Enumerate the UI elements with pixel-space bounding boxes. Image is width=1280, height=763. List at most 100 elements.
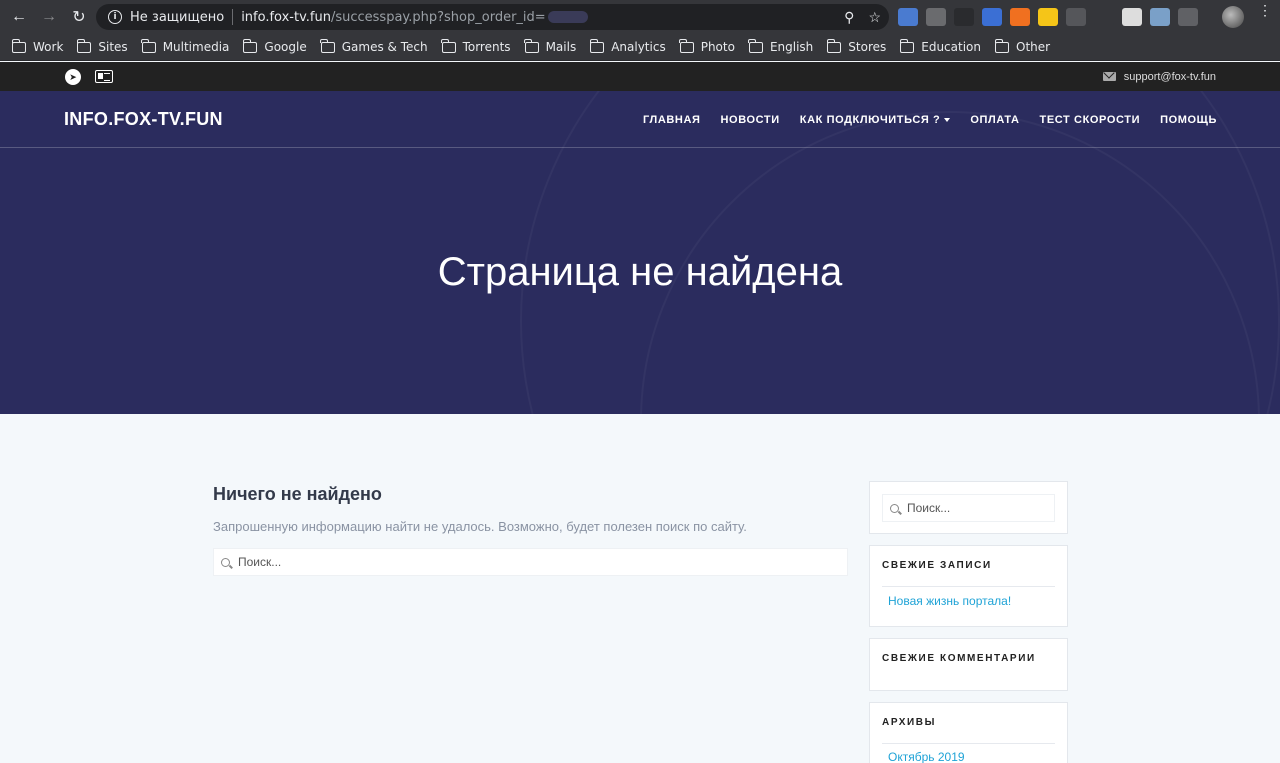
widget-divider	[882, 743, 1055, 744]
devtools-extension-icon[interactable]	[1178, 8, 1198, 26]
extension-icon[interactable]	[954, 8, 974, 26]
caret-down-icon	[944, 117, 951, 122]
bookmark-folder[interactable]: Other	[994, 38, 1051, 54]
main-nav: ГЛАВНАЯ НОВОСТИ КАК ПОДКЛЮЧИТЬСЯ ? ОПЛАТ…	[643, 91, 1217, 148]
widget-heading: СВЕЖИЕ ЗАПИСИ	[882, 560, 992, 571]
folder-icon	[524, 38, 539, 53]
extension-icon[interactable]	[1122, 8, 1142, 26]
page-title: Страница не найдена	[437, 250, 843, 294]
extension-icon[interactable]	[1010, 8, 1030, 26]
back-icon[interactable]: ←	[6, 4, 32, 30]
bookmark-label: Stores	[848, 40, 887, 54]
folder-icon	[748, 38, 763, 53]
address-bar[interactable]: i Не защищено info.fox-tv.fun/successpay…	[96, 4, 889, 30]
support-email[interactable]: support@fox-tv.fun	[1124, 71, 1216, 83]
nav-how-to-connect-label: КАК ПОДКЛЮЧИТЬСЯ ?	[799, 113, 941, 126]
bookmark-label: Torrents	[462, 40, 511, 54]
bookmark-label: Other	[1016, 40, 1051, 54]
folder-icon	[441, 38, 456, 53]
url-host[interactable]: info.fox-tv.fun	[241, 10, 331, 25]
extension-icon[interactable]	[1094, 8, 1114, 26]
folder-icon	[679, 38, 694, 53]
bookmark-folder[interactable]: Games & Tech	[320, 38, 428, 54]
bookmark-folder[interactable]: Education	[899, 38, 981, 54]
nav-home[interactable]: ГЛАВНАЯ	[643, 114, 701, 126]
folder-icon	[141, 38, 156, 53]
site-header: INFO.FOX-TV.FUN ГЛАВНАЯ НОВОСТИ КАК ПОДК…	[0, 91, 1280, 148]
bookmark-label: Analytics	[611, 40, 666, 54]
extension-icon[interactable]	[1038, 8, 1058, 26]
camera-extension-icon[interactable]	[926, 8, 946, 26]
not-found-heading: Ничего не найдено	[213, 484, 382, 504]
bookmark-label: Education	[921, 40, 981, 54]
bookmark-folder[interactable]: Stores	[826, 38, 887, 54]
bookmark-label: Sites	[98, 40, 128, 54]
bookmark-label: Google	[264, 40, 307, 54]
zoom-icon[interactable]: ⚲	[844, 9, 854, 26]
bookmark-folder[interactable]: English	[748, 38, 814, 54]
main-search-input[interactable]: Поиск...	[213, 548, 848, 576]
main-content: Ничего не найдено Запрошенную информацию…	[213, 484, 848, 576]
browser-menu-icon[interactable]: ⋮	[1258, 3, 1272, 17]
folder-icon	[320, 38, 335, 53]
bookmark-folder[interactable]: Analytics	[589, 38, 666, 54]
browser-toolbar: ← → ↻ i Не защищено info.fox-tv.fun/succ…	[0, 0, 1280, 34]
extension-icon[interactable]	[1066, 8, 1086, 26]
support-email-link[interactable]: support@fox-tv.fun	[1102, 62, 1216, 91]
recent-post-link[interactable]: Новая жизнь портала!	[888, 594, 1011, 608]
newspaper-icon[interactable]	[95, 70, 113, 83]
page-hero: INFO.FOX-TV.FUN ГЛАВНАЯ НОВОСТИ КАК ПОДК…	[0, 91, 1280, 414]
translate-extension-icon[interactable]	[982, 8, 1002, 26]
omnibox-separator	[232, 9, 234, 25]
nav-help[interactable]: ПОМОЩЬ	[1160, 114, 1217, 126]
bookmark-label: English	[769, 40, 814, 54]
not-found-message: Запрошенную информацию найти не удалось.…	[213, 519, 747, 534]
info-icon[interactable]: i	[108, 10, 122, 24]
folder-icon	[899, 38, 915, 53]
bookmark-folder[interactable]: Work	[11, 38, 64, 54]
bookmark-folder[interactable]: Sites	[76, 38, 128, 54]
bookmark-folder[interactable]: Torrents	[441, 38, 511, 54]
nav-payment[interactable]: ОПЛАТА	[970, 114, 1019, 126]
url-path[interactable]: /successpay.php?shop_order_id=	[331, 10, 546, 25]
search-placeholder: Поиск...	[238, 555, 282, 569]
search-placeholder: Поиск...	[907, 501, 951, 515]
bookmark-folder[interactable]: Photo	[679, 38, 735, 54]
telegram-icon[interactable]: ➤	[65, 69, 81, 85]
folder-icon	[76, 38, 92, 53]
bookmark-folder[interactable]: Multimedia	[141, 38, 229, 54]
bookmark-label: Work	[33, 40, 64, 54]
folder-icon	[589, 38, 605, 53]
nav-speed-test[interactable]: ТЕСТ СКОРОСТИ	[1040, 114, 1141, 126]
widget-heading: СВЕЖИЕ КОММЕНТАРИИ	[882, 653, 1036, 664]
archive-link[interactable]: Октябрь 2019	[888, 750, 965, 763]
folder-icon	[11, 38, 26, 53]
reload-icon[interactable]: ↻	[66, 4, 92, 30]
sidebar-search-widget: Поиск...	[869, 481, 1068, 534]
folder-icon	[994, 38, 1009, 53]
search-icon	[221, 557, 230, 567]
bookmark-folder[interactable]: Mails	[524, 38, 576, 54]
folder-icon	[826, 38, 842, 53]
archives-widget: АРХИВЫ Октябрь 2019	[869, 702, 1068, 763]
recent-comments-widget: СВЕЖИЕ КОММЕНТАРИИ	[869, 638, 1068, 691]
widget-heading: АРХИВЫ	[882, 717, 936, 728]
bookmark-folder[interactable]: Google	[242, 38, 307, 54]
bookmark-label: Games & Tech	[341, 40, 428, 54]
folder-icon	[242, 38, 258, 53]
security-label[interactable]: Не защищено	[130, 10, 224, 25]
forward-icon[interactable]: →	[36, 4, 62, 30]
site-topbar: ➤ support@fox-tv.fun	[0, 62, 1280, 91]
extensions-bar	[898, 7, 1198, 27]
sidebar-search-input[interactable]: Поиск...	[882, 494, 1055, 522]
nav-news[interactable]: НОВОСТИ	[721, 114, 780, 126]
envelope-icon	[1102, 72, 1116, 81]
bookmark-star-icon[interactable]: ☆	[868, 9, 881, 26]
extension-icon[interactable]	[898, 8, 918, 26]
bookmarks-bar: Work Sites Multimedia Google Games & Tec…	[0, 34, 1280, 61]
nav-how-to-connect[interactable]: КАК ПОДКЛЮЧИТЬСЯ ?	[800, 114, 951, 126]
site-logo[interactable]: INFO.FOX-TV.FUN	[64, 109, 223, 130]
url-redacted	[547, 11, 588, 23]
profile-avatar[interactable]	[1222, 6, 1244, 28]
extension-icon[interactable]	[1150, 8, 1170, 26]
